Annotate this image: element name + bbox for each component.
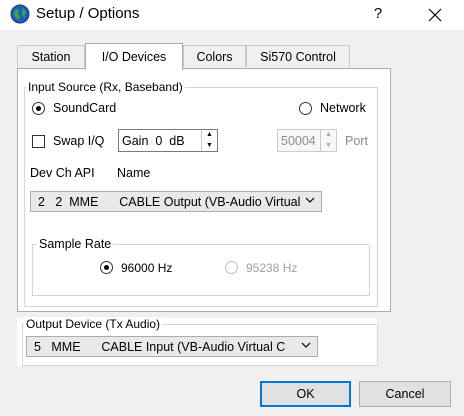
chevron-down-icon <box>305 196 315 207</box>
rate-95238-radio[interactable] <box>225 261 238 274</box>
sample-rate-group-label: Sample Rate <box>37 237 114 251</box>
rate-96000-label: 96000 Hz <box>121 261 173 275</box>
output-device-dropdown[interactable]: 5 MME CABLE Input (VB-Audio Virtual C <box>26 336 318 357</box>
tab-panel: Input Source (Rx, Baseband) SoundCard Ne… <box>17 68 391 312</box>
help-button[interactable]: ? <box>366 2 390 26</box>
input-device-dropdown[interactable]: 2 2 MME CABLE Output (VB-Audio Virtual <box>30 191 322 212</box>
tab-colors[interactable]: Colors <box>183 45 246 67</box>
port-spin-arrows: ▲ ▼ <box>320 130 336 151</box>
swap-iq-label: Swap I/Q <box>53 134 105 148</box>
network-radio[interactable] <box>299 102 312 115</box>
port-value: 50004 <box>281 134 316 148</box>
input-source-group-label: Input Source (Rx, Baseband) <box>26 80 185 94</box>
gain-value: Gain 0 dB <box>122 134 185 148</box>
sample-rate-group <box>32 244 370 296</box>
spin-up-icon[interactable]: ▲ <box>202 130 217 141</box>
tab-station[interactable]: Station <box>17 45 85 67</box>
globe-icon <box>10 4 30 24</box>
spin-down-icon[interactable]: ▼ <box>202 141 217 152</box>
close-button[interactable] <box>420 2 450 26</box>
close-icon <box>428 8 442 22</box>
soundcard-label: SoundCard <box>53 101 117 115</box>
chevron-down-icon <box>301 341 311 352</box>
spin-down-icon[interactable]: ▼ <box>321 141 336 152</box>
soundcard-radio[interactable] <box>32 102 45 115</box>
gain-spin-arrows: ▲ ▼ <box>201 130 217 151</box>
gain-spinbox[interactable]: Gain 0 dB ▲ ▼ <box>118 129 218 152</box>
name-label: Name <box>117 166 151 180</box>
rate-95238-label: 95238 Hz <box>246 261 298 275</box>
rate-96000-radio[interactable] <box>100 261 113 274</box>
tab-io-devices[interactable]: I/O Devices <box>85 43 183 70</box>
window-title: Setup / Options <box>36 5 140 22</box>
tab-si570-control[interactable]: Si570 Control <box>246 45 350 67</box>
port-spinbox[interactable]: 50004 ▲ ▼ <box>277 129 337 152</box>
cancel-button[interactable]: Cancel <box>359 381 451 407</box>
network-label: Network <box>320 101 366 115</box>
port-label: Port <box>345 134 368 148</box>
output-device-group-label: Output Device (Tx Audio) <box>24 317 163 331</box>
output-device-value: 5 MME CABLE Input (VB-Audio Virtual C <box>34 340 286 354</box>
dev-ch-api-label: Dev Ch API <box>30 166 95 180</box>
spin-up-icon[interactable]: ▲ <box>321 130 336 141</box>
ok-button[interactable]: OK <box>260 381 351 407</box>
swap-iq-checkbox[interactable] <box>32 135 45 148</box>
input-device-value: 2 2 MME CABLE Output (VB-Audio Virtual <box>38 195 300 209</box>
